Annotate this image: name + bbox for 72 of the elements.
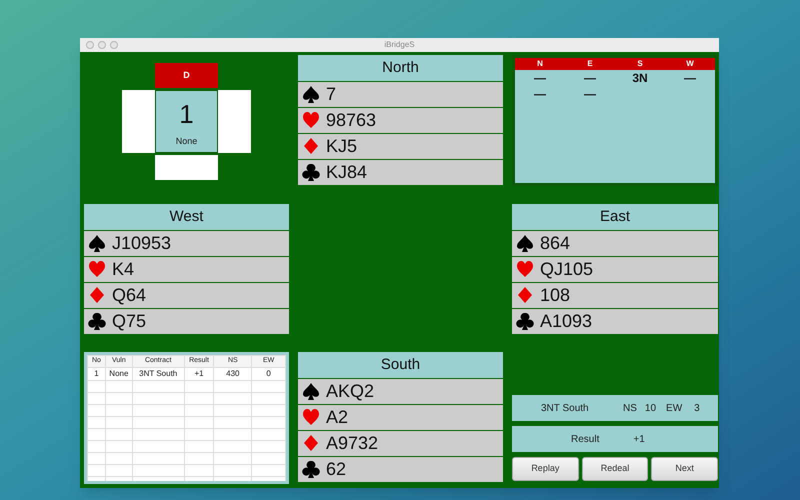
column-header: S [636, 58, 644, 70]
bid-text: 3N [632, 72, 648, 84]
heart-icon [302, 111, 320, 130]
table-cell: 0 [252, 367, 286, 380]
action-button[interactable]: Redeal [582, 457, 648, 481]
zoom-icon[interactable] [110, 41, 118, 49]
cards-text: 98763 [326, 109, 376, 132]
bid-text: — [534, 88, 546, 100]
spade-icon [302, 382, 320, 401]
label-text: Result [571, 432, 600, 446]
spade-icon [516, 234, 534, 253]
bid-text: — [584, 72, 596, 84]
cards-text: A9732 [326, 432, 378, 455]
table-cell: 1 [88, 367, 106, 380]
cards-text: A1093 [540, 310, 592, 333]
table-cell: 430 [214, 367, 252, 380]
diamond-icon [302, 434, 320, 453]
seat-header: East [512, 204, 718, 230]
seat-box [122, 90, 155, 153]
label-text: EW [666, 402, 682, 416]
window-title: iBridgeS [384, 39, 415, 51]
close-icon[interactable] [86, 41, 94, 49]
cards-text: Q64 [112, 284, 146, 307]
club-icon [302, 163, 320, 182]
cards-text: KJ5 [326, 135, 358, 158]
seat-header: West [84, 204, 289, 230]
cards-text: A2 [326, 406, 348, 429]
value-text: 10 [644, 402, 656, 416]
minimize-icon[interactable] [98, 41, 106, 49]
cards-text: 108 [540, 284, 570, 307]
action-button[interactable]: Replay [512, 457, 579, 481]
action-button[interactable]: Next [651, 457, 718, 481]
cards-text: J10953 [112, 232, 172, 255]
column-header: N [536, 58, 544, 70]
vulnerability-text: None [176, 134, 198, 148]
bid-text: — [534, 72, 546, 84]
heart-icon [88, 260, 106, 279]
seat-box [218, 90, 251, 153]
cards-text: 864 [540, 232, 570, 255]
heart-icon [516, 260, 534, 279]
contract-text: 3NT South [541, 402, 590, 416]
seat-box [155, 155, 218, 180]
table-cell: 3NT South [132, 367, 184, 380]
value-text: 3 [694, 402, 700, 416]
board-number: 1 [179, 100, 194, 127]
table-cell: None [105, 367, 132, 380]
diamond-icon [88, 286, 106, 305]
club-icon [302, 460, 320, 479]
label-text: NS [623, 402, 637, 416]
diamond-icon [516, 286, 534, 305]
value-text: +1 [633, 432, 645, 446]
spade-icon [88, 234, 106, 253]
diamond-icon [302, 137, 320, 156]
cards-text: K4 [112, 258, 134, 281]
dealer-label: D [155, 63, 218, 88]
seat-header: North [298, 55, 503, 81]
column-header: E [586, 58, 594, 70]
cards-text: Q75 [112, 310, 146, 333]
club-icon [516, 312, 534, 331]
cards-text: AKQ2 [326, 380, 374, 403]
table-cell: +1 [184, 367, 214, 380]
cards-text: KJ84 [326, 161, 368, 184]
cards-text: QJ105 [540, 258, 594, 281]
club-icon [88, 312, 106, 331]
cards-text: 7 [326, 83, 336, 106]
seat-header: South [298, 352, 503, 378]
heart-icon [302, 408, 320, 427]
cards-text: 62 [326, 458, 346, 481]
bid-text: — [584, 88, 596, 100]
spade-icon [302, 85, 320, 104]
bid-text: — [684, 72, 696, 84]
column-header: W [685, 58, 695, 70]
